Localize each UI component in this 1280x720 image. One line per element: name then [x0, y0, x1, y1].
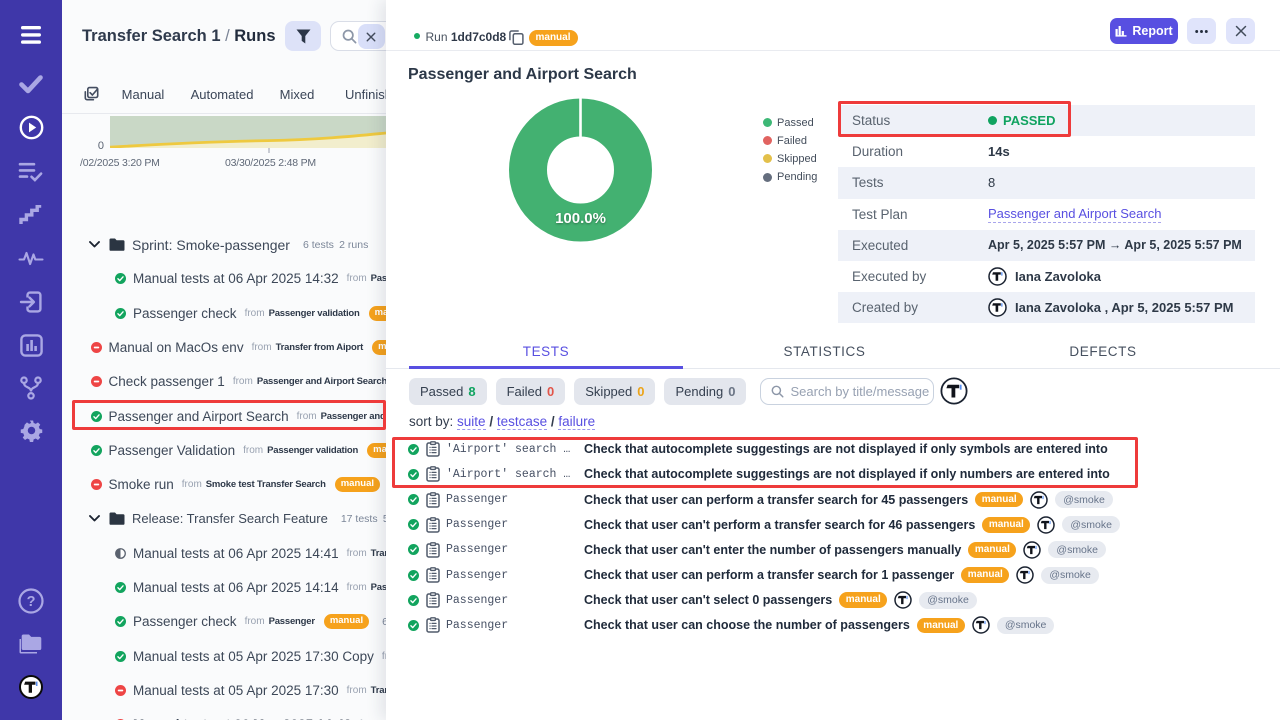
svg-text:?: ?	[27, 594, 36, 610]
